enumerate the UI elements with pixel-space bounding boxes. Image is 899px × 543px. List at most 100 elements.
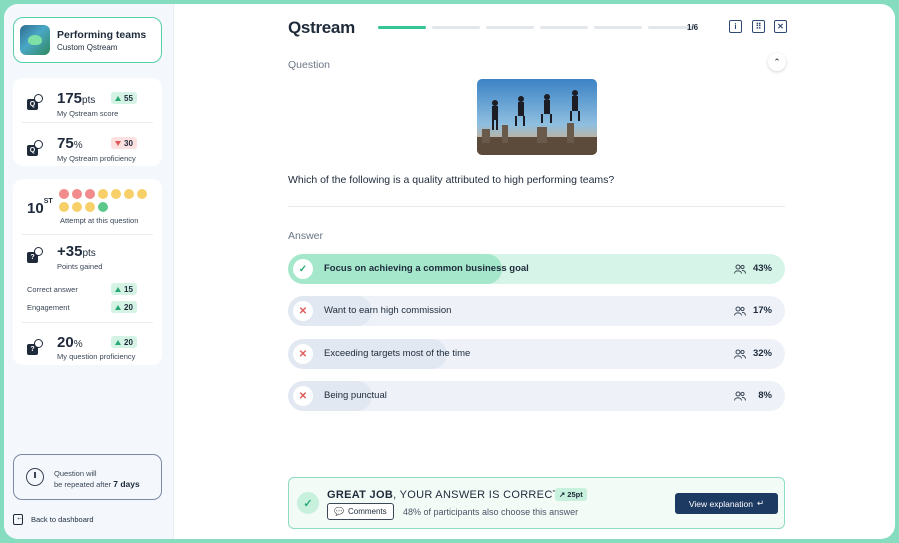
proficiency-label: My Qstream proficiency: [57, 154, 136, 163]
attempt-dot: [98, 202, 108, 212]
result-subtext: 48% of participants also choose this ans…: [403, 507, 579, 517]
attempt-dots: [59, 189, 155, 212]
collapse-button[interactable]: ⌃: [768, 53, 786, 71]
attempt-dot: [59, 202, 69, 212]
attempt-dot: [137, 189, 147, 199]
proficiency-icon: Q: [27, 140, 43, 156]
question-proficiency-badge: 20: [111, 336, 137, 348]
info-icon[interactable]: i: [729, 20, 742, 33]
engagement-badge: 20: [111, 301, 137, 313]
score-value: 175pts: [57, 90, 96, 107]
answer-percentage: 8%: [758, 390, 772, 401]
keyboard-icon[interactable]: ⠿: [752, 20, 765, 33]
progress-segment: [432, 26, 480, 29]
question-proficiency-label: My question proficiency: [57, 352, 136, 361]
comment-icon: 💬: [334, 507, 344, 516]
view-explanation-button[interactable]: View explanation ↵: [675, 493, 778, 514]
proficiency-stat: Q 75% 30 My Qstream proficiency: [13, 122, 162, 166]
people-icon: [734, 264, 746, 274]
score-panel: Q 175pts 55 My Qstream score Q 75% 30 My…: [13, 78, 162, 166]
sidebar: Performing teams Custom Qstream Q 175pts…: [4, 4, 174, 539]
people-icon: [734, 306, 746, 316]
question-proficiency-value: 20%: [57, 334, 83, 351]
attempt-dot: [111, 189, 121, 199]
answer-percentage: 17%: [752, 305, 772, 316]
trend-up-icon: ↗: [559, 490, 566, 499]
points-gained-label: Points gained: [57, 262, 103, 271]
answer-text: Exceeding targets most of the time: [324, 348, 471, 359]
score-label: My Qstream score: [57, 109, 119, 118]
enter-icon: ↵: [757, 498, 765, 508]
answer-text: Want to earn high commission: [324, 305, 452, 316]
progress-counter: 1/6: [687, 23, 699, 32]
correct-answer-label: Correct answer: [27, 285, 78, 294]
attempt-rank: 10ST: [27, 198, 53, 217]
answer-option[interactable]: ✕ Exceeding targets most of the time 32%: [288, 339, 785, 369]
divider: [22, 234, 153, 235]
result-title: GREAT JOB, YOUR ANSWER IS CORRECT: [327, 489, 560, 501]
score-badge: 55: [111, 92, 137, 104]
proficiency-value: 75%: [57, 135, 83, 152]
people-icon: [734, 391, 746, 401]
question-section-label: Question: [288, 59, 331, 71]
x-icon: ✕: [293, 344, 313, 364]
team-title: Performing teams: [57, 28, 147, 41]
answer-text: Focus on achieving a common business goa…: [324, 263, 529, 274]
attempt-dot: [85, 189, 95, 199]
x-icon: ✕: [293, 301, 313, 321]
score-stat: Q 175pts 55 My Qstream score: [13, 78, 162, 122]
correct-answer-badge: 15: [111, 283, 137, 295]
question-proficiency-icon: ?: [27, 339, 43, 355]
attempt-dot: [72, 202, 82, 212]
team-subtitle: Custom Qstream: [57, 42, 118, 52]
progress-segment: [540, 26, 588, 29]
progress-segment: [378, 26, 426, 29]
attempt-label: Attempt at this question: [60, 216, 139, 225]
result-bar: ✓ GREAT JOB, YOUR ANSWER IS CORRECT ↗ 25p…: [288, 477, 785, 529]
app-frame: Performing teams Custom Qstream Q 175pts…: [4, 4, 895, 539]
close-icon[interactable]: ✕: [774, 20, 787, 33]
attempt-panel: 10ST Attempt at this question ? +35pts P…: [13, 179, 162, 365]
repeat-card: Question will be repeated after 7 days: [13, 454, 162, 500]
answer-option[interactable]: ✕ Being punctual 8%: [288, 381, 785, 411]
answer-section-label: Answer: [288, 230, 324, 242]
attempt-dot: [124, 189, 134, 199]
answer-option[interactable]: ✕ Want to earn high commission 17%: [288, 296, 785, 326]
main-content: Qstream 1/6 i ⠿ ✕ Question ⌃ Which of th…: [175, 4, 895, 539]
team-card[interactable]: Performing teams Custom Qstream: [13, 17, 162, 63]
people-icon: [734, 349, 746, 359]
attempt-dot: [59, 189, 69, 199]
question-progress: [378, 26, 696, 29]
points-gained-value: +35pts: [57, 243, 96, 260]
attempt-dot: [72, 189, 82, 199]
qstream-score-icon: Q: [27, 94, 43, 110]
answer-percentage: 32%: [752, 348, 772, 359]
divider: [288, 206, 785, 207]
exit-icon: [13, 513, 24, 525]
proficiency-badge: 30: [111, 137, 137, 149]
progress-segment: [594, 26, 642, 29]
divider: [22, 322, 153, 323]
chevron-up-icon: ⌃: [773, 56, 781, 67]
attempt-dot: [98, 189, 108, 199]
engagement-label: Engagement: [27, 303, 70, 312]
team-thumbnail: [20, 25, 50, 55]
points-gained-icon: ?: [27, 247, 43, 263]
points-badge: ↗ 25pt: [555, 488, 587, 501]
comments-button[interactable]: 💬 Comments: [327, 503, 394, 520]
progress-segment: [486, 26, 534, 29]
repeat-text: Question will be repeated after 7 days: [54, 469, 140, 489]
question-text: Which of the following is a quality attr…: [288, 174, 615, 186]
x-icon: ✕: [293, 386, 313, 406]
check-icon: ✓: [297, 492, 319, 514]
answer-option[interactable]: ✓ Focus on achieving a common business go…: [288, 254, 785, 284]
question-image: [477, 79, 597, 155]
stopwatch-icon: [26, 468, 44, 486]
check-icon: ✓: [293, 259, 313, 279]
qstream-logo: Qstream: [288, 18, 355, 37]
back-to-dashboard-link[interactable]: Back to dashboard: [13, 513, 94, 525]
attempt-dot: [85, 202, 95, 212]
answer-text: Being punctual: [324, 390, 387, 401]
answer-percentage: 43%: [752, 263, 772, 274]
back-label: Back to dashboard: [31, 515, 94, 524]
